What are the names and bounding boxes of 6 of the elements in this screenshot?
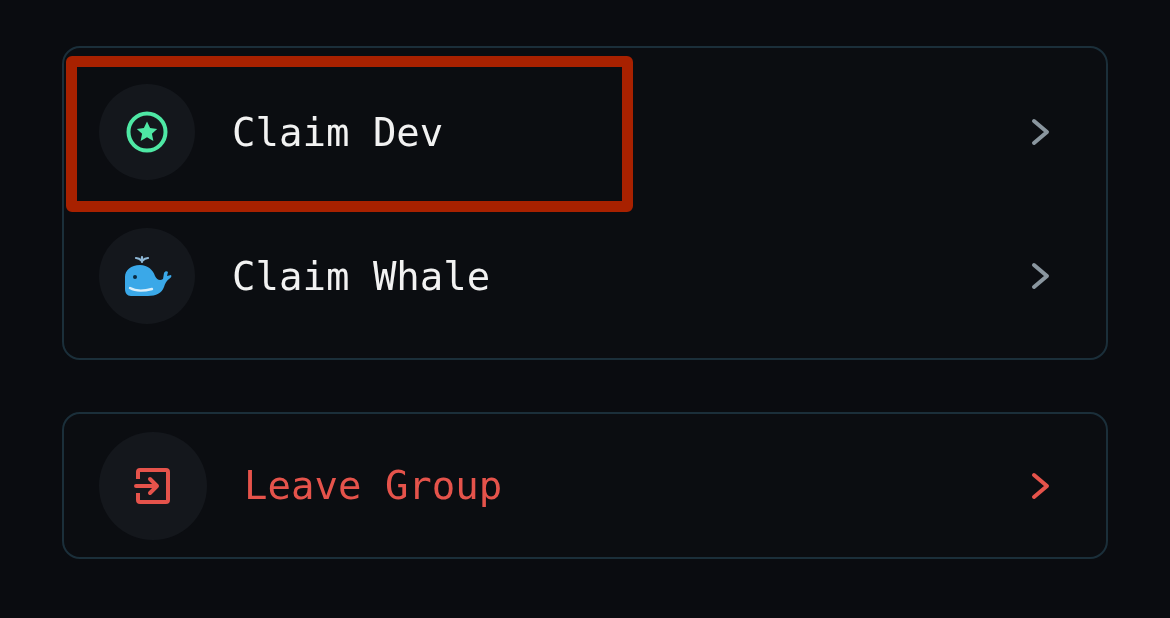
menu-item[interactable]: Leave Group [64, 414, 1106, 557]
chevron-right-icon [1031, 262, 1050, 290]
menu-item[interactable]: Claim Whale [64, 204, 1106, 348]
chevron-right-icon [1031, 471, 1050, 500]
chevron-right-icon [1031, 118, 1050, 146]
menu-item[interactable]: Claim Dev [64, 60, 1106, 204]
